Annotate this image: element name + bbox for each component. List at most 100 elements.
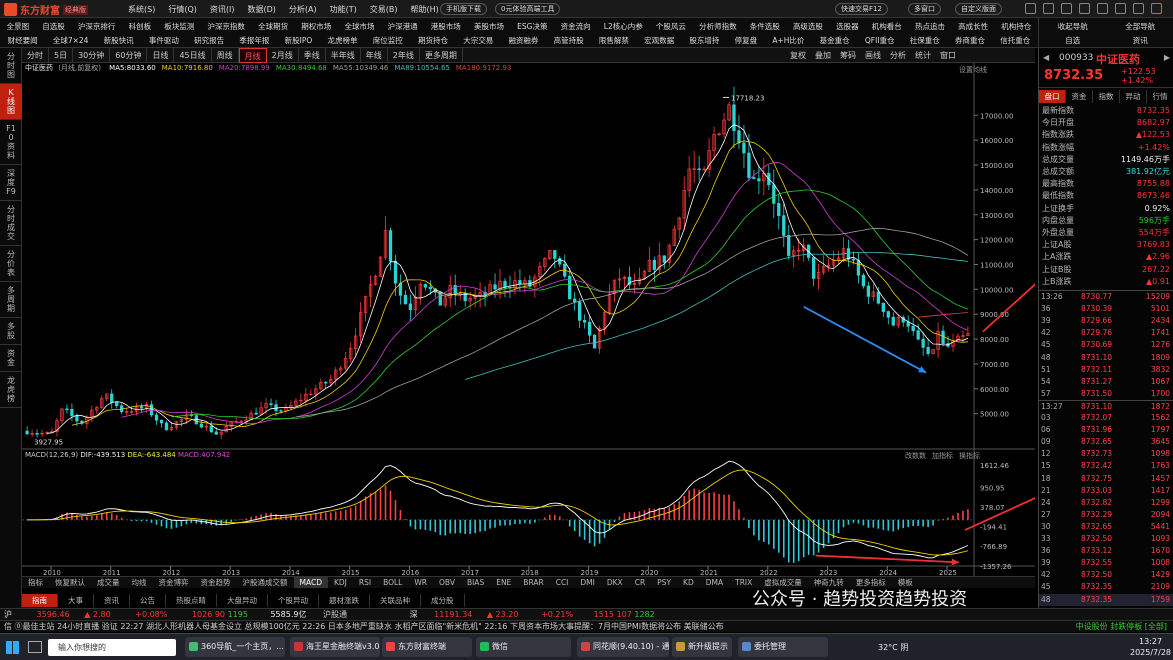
- nav-item[interactable]: L2核心内参: [604, 21, 643, 32]
- nav-item[interactable]: 龙虎榜单: [328, 35, 358, 46]
- k-line-chart[interactable]: 17000.00 16000.00 15000.00 14000.00 13000.00…: [22, 63, 1035, 576]
- nav-item[interactable]: 港股市场: [431, 21, 461, 32]
- nav-item[interactable]: 机构看台: [872, 21, 902, 32]
- subtab[interactable]: 关联品种: [370, 594, 421, 607]
- subtab[interactable]: 指南: [22, 594, 58, 607]
- indicator-tab[interactable]: OBV: [433, 577, 461, 588]
- panel-tab[interactable]: 资金: [1066, 90, 1093, 103]
- nav-item[interactable]: 券商重仓: [955, 35, 985, 46]
- nav-item[interactable]: 选股器: [836, 21, 859, 32]
- period-4[interactable]: 日线: [147, 47, 175, 63]
- period-3[interactable]: 60分钟: [110, 47, 148, 63]
- menu-item-2[interactable]: 资讯(I): [210, 4, 235, 15]
- taskbar-search[interactable]: 输入你想搜的: [48, 639, 176, 656]
- left-tab-3[interactable]: 深度F9: [0, 165, 22, 201]
- menu-item-7[interactable]: 帮助(H): [410, 4, 438, 15]
- period-12[interactable]: 2年线: [388, 47, 420, 63]
- indicator-tab[interactable]: RSI: [353, 577, 377, 588]
- indicator-tab[interactable]: CR: [629, 577, 651, 588]
- subtab[interactable]: 成分股: [421, 594, 465, 607]
- taskbar-app[interactable]: 东方财富终端: [382, 637, 472, 657]
- nav-item[interactable]: 社保重仓: [910, 35, 940, 46]
- subtab[interactable]: 热股点睛: [166, 594, 217, 607]
- indicator-tab[interactable]: DMI: [574, 577, 600, 588]
- nav-item[interactable]: 期货持仓: [418, 35, 448, 46]
- nav-item[interactable]: 全球市场: [344, 21, 374, 32]
- nav-item[interactable]: 科创板: [129, 21, 152, 32]
- nav-item[interactable]: 融资融券: [508, 35, 538, 46]
- period-5[interactable]: 45日线: [174, 47, 212, 63]
- nav-item[interactable]: 大宗交易: [463, 35, 493, 46]
- nav-item[interactable]: 热点追击: [915, 21, 945, 32]
- taskbar-app[interactable]: 海王星金融终端v3.0-...: [290, 637, 380, 657]
- nav-item[interactable]: 沪深京指数: [207, 21, 245, 32]
- indicator-tab[interactable]: ENE: [490, 577, 517, 588]
- indicator-tab[interactable]: MACD: [293, 577, 328, 588]
- indicator-tab[interactable]: 资金趋势: [195, 577, 237, 588]
- nav-item[interactable]: 事件驱动: [149, 35, 179, 46]
- nav-item[interactable]: 期权市场: [301, 21, 331, 32]
- left-tab-4[interactable]: 分时成交: [0, 201, 22, 246]
- nav-item[interactable]: 基金重仓: [820, 35, 850, 46]
- panel-tab[interactable]: 行情: [1147, 90, 1173, 103]
- indicator-tab[interactable]: CCI: [550, 577, 575, 588]
- indicator-tab[interactable]: 均线: [126, 577, 153, 588]
- subtab[interactable]: 公告: [130, 594, 166, 607]
- subtab[interactable]: 大盘异动: [217, 594, 268, 607]
- nav-item[interactable]: 季报年报: [239, 35, 269, 46]
- nav-item[interactable]: 分析师指数: [699, 21, 737, 32]
- left-tab-8[interactable]: 资金: [0, 345, 22, 372]
- nav-right-item[interactable]: 收起导航: [1058, 21, 1088, 32]
- panel-tab[interactable]: 盘口: [1039, 90, 1066, 103]
- nav-item[interactable]: 全球7×24: [53, 35, 89, 46]
- indicator-tab[interactable]: BRAR: [517, 577, 549, 588]
- nav-item[interactable]: 限售解禁: [599, 35, 629, 46]
- period-10[interactable]: 半年线: [326, 47, 361, 63]
- indicator-tab[interactable]: 恢复默认: [49, 577, 91, 588]
- period-7[interactable]: 月线: [238, 47, 267, 63]
- nav-item[interactable]: 信托重仓: [1000, 35, 1030, 46]
- period-11[interactable]: 年线: [361, 47, 388, 63]
- tool-5[interactable]: 统计: [915, 48, 931, 63]
- indicator-tab[interactable]: 指标: [22, 577, 49, 588]
- indicator-tab[interactable]: DMA: [700, 577, 729, 588]
- nav-item[interactable]: 全景图: [7, 21, 30, 32]
- menu-item-3[interactable]: 数据(D): [247, 4, 275, 15]
- nav-item[interactable]: A+H比价: [772, 35, 804, 46]
- left-tab-5[interactable]: 分价表: [0, 246, 22, 282]
- minimize-icon[interactable]: [1115, 3, 1126, 14]
- nav-item[interactable]: 股东增持: [689, 35, 719, 46]
- menu-item-5[interactable]: 功能(T): [330, 4, 357, 15]
- home-icon[interactable]: [1061, 3, 1072, 14]
- period-0[interactable]: 分时: [22, 47, 49, 63]
- nav-item[interactable]: 美股市场: [474, 21, 504, 32]
- menu-item-0[interactable]: 系统(S): [128, 4, 155, 15]
- menu-item-1[interactable]: 行情(Q): [168, 4, 197, 15]
- prev-arrow-icon[interactable]: ◀: [1043, 53, 1049, 62]
- indicator-tab[interactable]: PSY: [651, 577, 677, 588]
- subtab[interactable]: 题材涨跌: [319, 594, 370, 607]
- panel-tab[interactable]: 异动: [1120, 90, 1147, 103]
- period-2[interactable]: 30分钟: [73, 47, 111, 63]
- indicator-tab[interactable]: BOLL: [377, 577, 408, 588]
- indicator-tab[interactable]: KDJ: [328, 577, 353, 588]
- nav-item[interactable]: 高级选股: [793, 21, 823, 32]
- lock-icon[interactable]: [1097, 3, 1108, 14]
- taskbar-app[interactable]: 委托管理: [738, 637, 828, 657]
- period-8[interactable]: 2月线: [267, 47, 299, 63]
- mail-icon[interactable]: [1043, 3, 1054, 14]
- close-icon[interactable]: [1151, 3, 1162, 14]
- task-view-icon[interactable]: [28, 641, 42, 653]
- tool-2[interactable]: 筹码: [840, 48, 856, 63]
- taskbar-app[interactable]: 新升级提示: [672, 637, 732, 657]
- indicator-tab[interactable]: 沪股通成交额: [237, 577, 294, 588]
- nav-item[interactable]: 条件选股: [750, 21, 780, 32]
- nav-item[interactable]: 新股快讯: [104, 35, 134, 46]
- back-icon[interactable]: [1079, 3, 1090, 14]
- period-13[interactable]: 更多周期: [420, 47, 463, 63]
- weather-widget[interactable]: 32°C 阴: [878, 642, 908, 653]
- indicator-tab[interactable]: KD: [677, 577, 700, 588]
- tick-list[interactable]: 13:26 8730.77 15209 36 8730.39 5101 39 8729.66 2…: [1039, 290, 1173, 608]
- nav-item[interactable]: 沪深港通: [388, 21, 418, 32]
- nav-item[interactable]: 宏观数据: [644, 35, 674, 46]
